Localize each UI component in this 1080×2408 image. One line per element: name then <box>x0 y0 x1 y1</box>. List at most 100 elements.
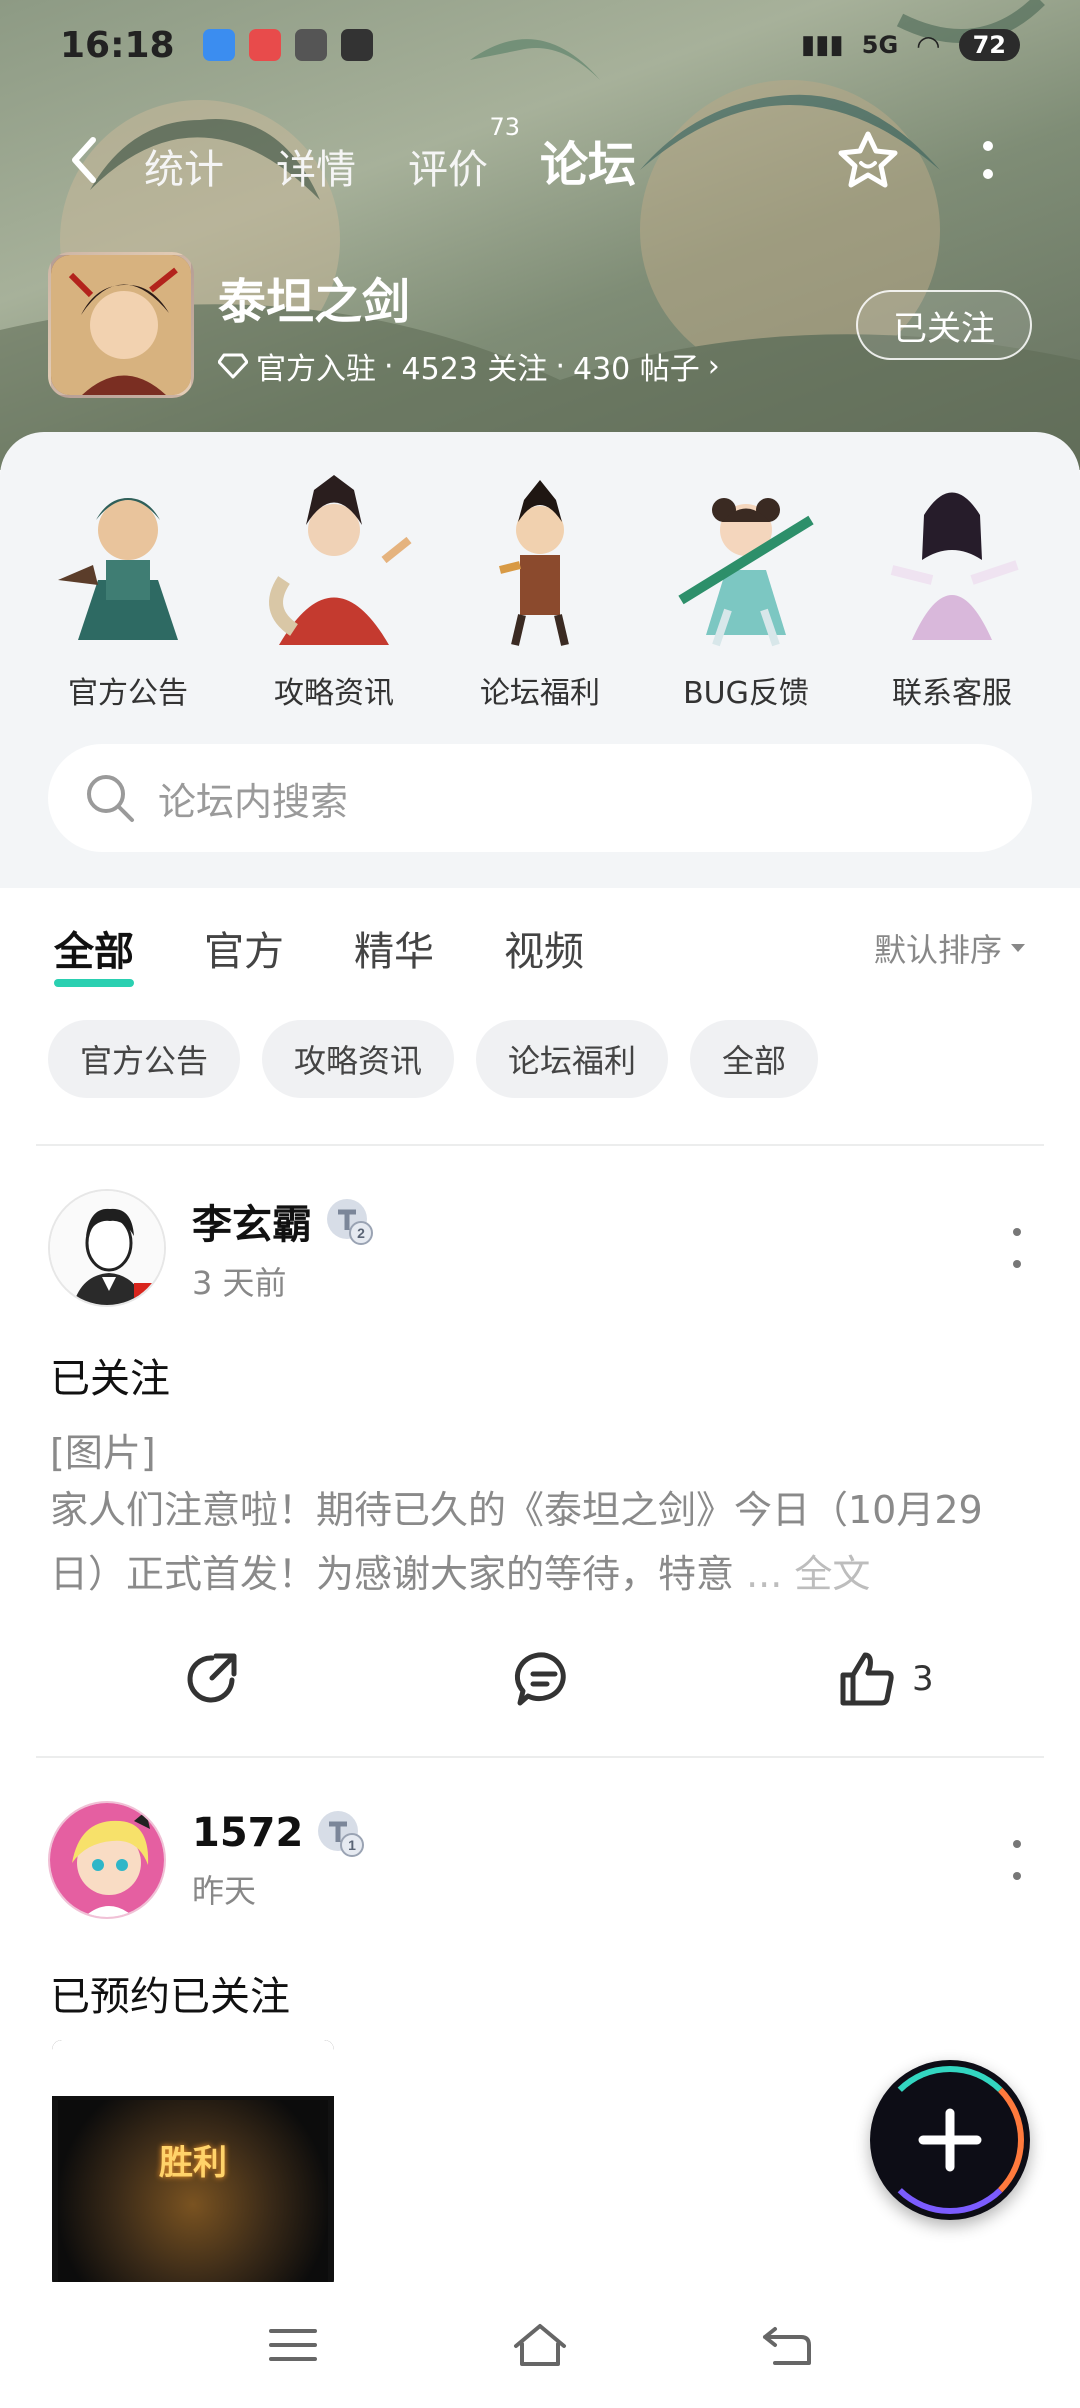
character-5-icon <box>890 492 1019 640</box>
filter-tab-featured[interactable]: 精华 <box>354 919 434 977</box>
fab-ring <box>876 2066 1024 2214</box>
home-icon <box>513 2324 566 2366</box>
chevron-right-icon: › <box>707 348 720 384</box>
post-header: 1572 1 昨天 <box>48 1800 1032 1920</box>
user-name-row: 1572 1 <box>192 1808 365 1858</box>
level-badge-icon: 2 <box>327 1199 373 1245</box>
tab-details[interactable]: 详情 <box>276 137 356 195</box>
post-more-button[interactable] <box>1002 1228 1032 1268</box>
battery-level: 72 <box>958 29 1020 61</box>
chip-strategy-news[interactable]: 攻略资讯 <box>262 1020 455 1098</box>
post-excerpt: 家人们注意啦！期待已久的《泰坦之剑》今日（10月29日）正式首发！为感谢大家的等… <box>50 1478 1030 1606</box>
back-system-button[interactable] <box>747 2305 827 2385</box>
entry-label: 联系客服 <box>892 676 1012 711</box>
status-right: ▮▮▮ 5G ◠ 72 <box>801 29 1020 62</box>
username[interactable]: 李玄霸 <box>192 1192 312 1250</box>
more-vertical-icon <box>983 141 993 179</box>
user-info: 李玄霸 2 3 天前 <box>192 1192 374 1304</box>
character-4-icon <box>678 498 814 647</box>
entry-forum-benefits[interactable]: 论坛福利 <box>442 460 638 712</box>
thumbs-up-icon <box>840 1652 894 1706</box>
sort-label: 默认排序 <box>873 931 1002 969</box>
post-more-button[interactable] <box>1002 1840 1032 1880</box>
avatar[interactable] <box>48 1189 166 1307</box>
wifi-icon: ◠ <box>916 28 941 62</box>
level-badge-icon: 1 <box>318 1811 365 1857</box>
user-name-row: 李玄霸 2 <box>192 1192 374 1250</box>
post-image-thumbnail[interactable]: 胜利 <box>52 2040 334 2290</box>
search-icon <box>87 775 134 822</box>
entry-label: 官方公告 <box>68 676 188 711</box>
game-character-art <box>51 255 191 395</box>
quick-entry-row: 官方公告 攻略资讯 论坛福利 BUG反馈 联系客服 <box>30 460 1050 712</box>
entry-official-announcement[interactable]: 官方公告 <box>30 460 226 712</box>
chip-all[interactable]: 全部 <box>690 1020 819 1098</box>
character-3-icon <box>499 480 569 646</box>
tab-reviews[interactable]: 评价 73 <box>408 113 520 195</box>
network-type: 5G <box>861 31 899 59</box>
app-notification-icon <box>340 29 373 61</box>
chip-official-announcement[interactable]: 官方公告 <box>48 1020 241 1098</box>
post-filter-tabs: 全部 官方 精华 视频 默认排序 <box>0 888 1080 1008</box>
notification-icons <box>202 29 373 61</box>
avatar[interactable] <box>48 1801 166 1919</box>
filter-tab-all[interactable]: 全部 <box>54 919 134 987</box>
chevron-left-icon <box>72 137 96 183</box>
status-bar: 16:18 ▮▮▮ 5G ◠ 72 <box>0 0 1080 90</box>
back-button[interactable] <box>60 130 108 190</box>
separator: · <box>555 348 565 384</box>
home-button[interactable] <box>500 2305 580 2385</box>
chip-forum-benefits[interactable]: 论坛福利 <box>476 1020 669 1098</box>
game-info: 泰坦之剑 官方入驻 · 4523 关注 · 430 帖子 › 已关注 <box>48 250 1032 400</box>
forum-search-bar[interactable]: 论坛内搜索 <box>48 744 1032 852</box>
read-full-link[interactable]: ... 全文 <box>734 1552 870 1596</box>
post-count: 430 帖子 <box>572 352 700 387</box>
filter-tab-official[interactable]: 官方 <box>204 919 284 977</box>
thumbnail-game-scene <box>58 2100 328 2290</box>
more-menu-button[interactable] <box>956 128 1020 192</box>
caret-down-icon <box>1011 944 1025 952</box>
thumbnail-screenshot-header <box>52 2040 334 2096</box>
post-actions: 3 <box>0 1634 1080 1724</box>
sort-dropdown[interactable]: 默认排序 <box>874 925 1026 971</box>
tab-label: 评价 <box>408 147 488 193</box>
post-title: 已预约已关注 <box>50 1974 290 2020</box>
category-chips: 官方公告 攻略资讯 论坛福利 全部 <box>48 1020 819 1098</box>
create-post-button[interactable] <box>870 2060 1030 2220</box>
username[interactable]: 1572 <box>192 1810 303 1856</box>
entry-bug-feedback[interactable]: BUG反馈 <box>648 460 844 712</box>
comment-button[interactable] <box>514 1650 574 1708</box>
nav-actions <box>836 128 1020 192</box>
game-meta: 泰坦之剑 官方入驻 · 4523 关注 · 430 帖子 › <box>218 262 720 388</box>
user-info: 1572 1 昨天 <box>192 1808 365 1912</box>
follow-button[interactable]: 已关注 <box>856 290 1032 360</box>
like-button[interactable]: 3 <box>838 1651 934 1707</box>
tab-label: 详情 <box>276 147 356 193</box>
favorite-button[interactable] <box>836 128 900 192</box>
share-icon <box>187 1653 237 1703</box>
entry-label: 攻略资讯 <box>274 676 394 711</box>
tab-forum[interactable]: 论坛 <box>535 125 641 195</box>
entry-customer-service[interactable]: 联系客服 <box>854 460 1050 712</box>
app-notification-icon <box>294 29 327 61</box>
post-card[interactable]: 李玄霸 2 3 天前 已关注 [图片] 家人们注意啦！期待已久的《泰坦之剑》今日… <box>0 1188 1080 1748</box>
more-dot-icon <box>1013 1872 1021 1880</box>
entry-strategy-news[interactable]: 攻略资讯 <box>236 460 432 712</box>
separator: · <box>384 348 394 384</box>
game-icon[interactable] <box>48 252 194 398</box>
filter-tab-video[interactable]: 视频 <box>504 919 584 977</box>
app-notification-icon <box>248 29 281 61</box>
post-title: 已关注 <box>50 1356 170 1402</box>
share-button[interactable] <box>182 1650 240 1708</box>
tab-label: 统计 <box>144 147 224 193</box>
divider <box>36 1756 1044 1758</box>
user-avatar-image <box>50 1191 164 1305</box>
recent-apps-button[interactable] <box>253 2305 333 2385</box>
post-time: 昨天 <box>192 1872 257 1910</box>
diamond-icon <box>218 353 248 379</box>
search-input[interactable]: 论坛内搜索 <box>158 771 348 826</box>
tab-stats[interactable]: 统计 <box>144 137 224 195</box>
game-stats[interactable]: 官方入驻 · 4523 关注 · 430 帖子 › <box>218 344 720 388</box>
post-time: 3 天前 <box>192 1264 287 1302</box>
review-count-badge: 73 <box>489 113 520 141</box>
